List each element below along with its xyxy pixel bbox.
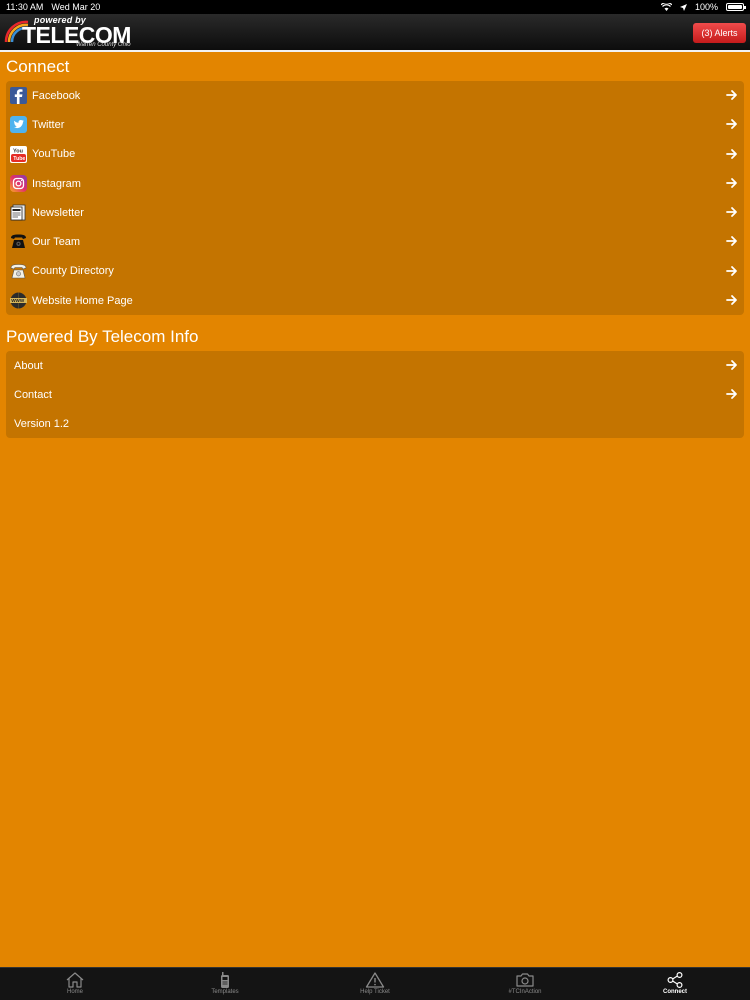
tab-label: Home bbox=[66, 989, 83, 995]
arrow-right-icon bbox=[726, 295, 737, 305]
tab-label: #TCInAction bbox=[508, 989, 542, 995]
tab-help-ticket[interactable]: Help Ticket bbox=[300, 968, 450, 1000]
arrow-right-icon bbox=[726, 360, 737, 370]
connect-item-twitter[interactable]: Twitter bbox=[6, 110, 744, 139]
connect-item-website-home-page[interactable]: WWW Website Home Page bbox=[6, 286, 744, 315]
connect-item-our-team[interactable]: Our Team bbox=[6, 227, 744, 256]
tab-label: Help Ticket bbox=[360, 989, 390, 995]
arrow-right-icon bbox=[726, 207, 737, 218]
directory-phone-icon bbox=[10, 263, 27, 280]
info-section-title: Powered By Telecom Info bbox=[6, 327, 199, 346]
battery-icon bbox=[726, 3, 746, 11]
location-arrow-icon bbox=[679, 3, 687, 11]
tab-bar: Home Templates Help Ticket #TCInAction C… bbox=[0, 967, 750, 1000]
connect-list: Facebook Twitter You Tube YouTube Instagr… bbox=[6, 81, 744, 315]
alerts-button[interactable]: (3) Alerts bbox=[693, 23, 746, 43]
connect-item-label: Facebook bbox=[32, 89, 81, 102]
connect-item-label: Newsletter bbox=[32, 206, 84, 219]
status-date: Wed Mar 20 bbox=[51, 2, 101, 12]
home-icon bbox=[66, 972, 84, 988]
connect-item-county-directory[interactable]: County Directory bbox=[6, 257, 744, 286]
info-item-version: Version 1.2 bbox=[6, 410, 744, 439]
arrow-right-icon bbox=[726, 119, 737, 130]
arrow-right-icon bbox=[726, 389, 737, 400]
twitter-icon bbox=[10, 116, 27, 134]
tab-label: Templates bbox=[211, 989, 239, 995]
arrow-right-icon bbox=[726, 90, 737, 100]
screen: 11:30 AM Wed Mar 20 100% powered by TELE… bbox=[0, 0, 750, 1000]
phone-icon bbox=[10, 233, 27, 250]
arrow-right-icon bbox=[726, 236, 737, 247]
telecom-logo[interactable]: powered by TELECOM Warren County Ohio bbox=[4, 15, 144, 50]
camera-icon bbox=[516, 973, 534, 987]
tab-label: Connect bbox=[663, 989, 687, 995]
tab-templates[interactable]: Templates bbox=[150, 968, 300, 1000]
connect-section-title: Connect bbox=[6, 57, 70, 76]
svg-text:WWW: WWW bbox=[11, 298, 25, 303]
connect-item-youtube[interactable]: You Tube YouTube bbox=[6, 140, 744, 169]
info-item-about[interactable]: About bbox=[6, 351, 744, 380]
www-icon: WWW bbox=[10, 292, 27, 309]
arrow-right-icon bbox=[726, 177, 737, 188]
info-item-label: Contact bbox=[14, 388, 52, 401]
status-bar: 11:30 AM Wed Mar 20 100% bbox=[0, 0, 750, 14]
logo-tagline: Warren County Ohio bbox=[76, 42, 131, 48]
connect-item-label: YouTube bbox=[32, 148, 76, 161]
nav-bar: powered by TELECOM Warren County Ohio (3… bbox=[0, 14, 750, 52]
status-time: 11:30 AM bbox=[6, 2, 44, 12]
youtube-icon: You Tube bbox=[10, 145, 27, 163]
arrow-right-icon bbox=[726, 148, 737, 159]
tab-home[interactable]: Home bbox=[0, 968, 150, 1000]
connect-item-instagram[interactable]: Instagram bbox=[6, 169, 744, 198]
instagram-icon bbox=[10, 174, 27, 192]
tab-tcinaction[interactable]: #TCInAction bbox=[450, 968, 600, 1000]
tab-connect[interactable]: Connect bbox=[600, 968, 750, 1000]
info-item-contact[interactable]: Contact bbox=[6, 380, 744, 409]
version-label: Version 1.2 bbox=[14, 418, 70, 431]
connect-item-facebook[interactable]: Facebook bbox=[6, 81, 744, 110]
warning-icon bbox=[365, 972, 385, 988]
connect-item-newsletter[interactable]: Newsletter bbox=[6, 198, 744, 227]
battery-percent: 100% bbox=[694, 2, 718, 12]
newsletter-icon bbox=[10, 204, 27, 221]
wifi-icon bbox=[660, 3, 672, 11]
info-list: About Contact Version 1.2 bbox=[6, 351, 744, 438]
connect-item-label: County Directory bbox=[32, 265, 114, 278]
connect-item-label: Instagram bbox=[32, 177, 81, 190]
connect-item-label: Our Team bbox=[32, 236, 81, 249]
svg-text:Tube: Tube bbox=[13, 156, 25, 162]
svg-text:You: You bbox=[13, 148, 23, 154]
radio-icon bbox=[221, 972, 229, 988]
info-item-label: About bbox=[14, 359, 43, 372]
facebook-icon bbox=[10, 87, 27, 104]
connect-item-label: Website Home Page bbox=[32, 294, 133, 307]
connect-item-label: Twitter bbox=[32, 118, 65, 131]
share-icon bbox=[667, 972, 683, 988]
arrow-right-icon bbox=[726, 265, 737, 276]
